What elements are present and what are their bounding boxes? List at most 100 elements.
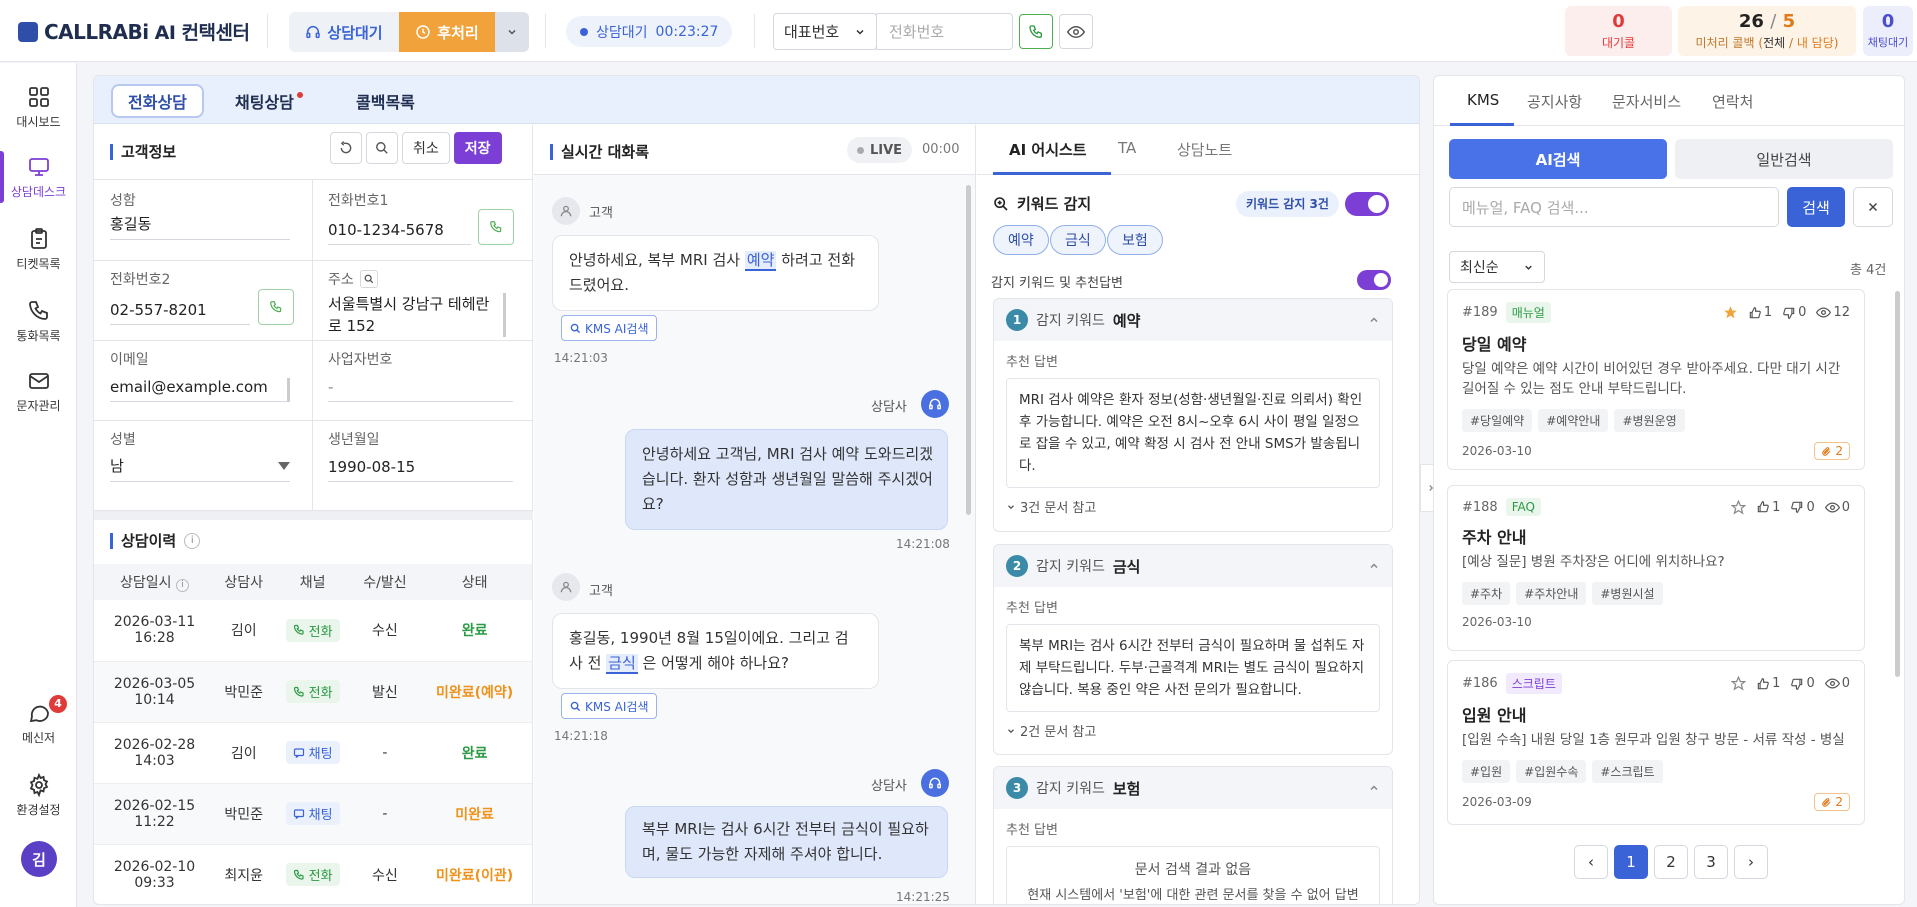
kms-tag[interactable]: #입원 bbox=[1462, 760, 1511, 783]
star-icon[interactable] bbox=[1731, 499, 1747, 515]
history-row[interactable]: 2026-02-28 14:03 김이 채팅 - 완료 bbox=[94, 722, 532, 784]
name-field[interactable]: 홍길동 bbox=[110, 213, 290, 240]
clear-search-button[interactable] bbox=[1853, 187, 1893, 227]
like-button[interactable]: 1 bbox=[1756, 500, 1780, 515]
info-icon[interactable]: i bbox=[176, 579, 189, 592]
kms-tag[interactable]: #입원수속 bbox=[1516, 760, 1587, 783]
nav-item-messenger[interactable]: 메신저 4 bbox=[0, 695, 77, 746]
nav-item-calls[interactable]: 통화목록 bbox=[0, 299, 77, 344]
star-filled-icon[interactable] bbox=[1723, 305, 1738, 320]
history-row[interactable]: 2026-03-11 16:28 김이 전화 수신 완료 bbox=[94, 600, 532, 662]
kms-tag[interactable]: #병원시설 bbox=[1592, 582, 1663, 605]
pagination-page[interactable]: 3 bbox=[1694, 845, 1728, 879]
keyword-card-header[interactable]: 3 감지 키워드 보험 bbox=[994, 767, 1392, 809]
view-toggle-button[interactable] bbox=[1059, 14, 1093, 49]
call-phone2-button[interactable] bbox=[258, 289, 294, 325]
search-customer-button[interactable] bbox=[366, 132, 398, 164]
status-dropdown-button[interactable] bbox=[495, 12, 529, 52]
address-field[interactable]: 서울특별시 강남구 테헤란로 152 bbox=[328, 293, 506, 337]
kpi-waiting-calls[interactable]: 0 대기콜 bbox=[1565, 6, 1672, 56]
phone-number-input[interactable]: 전화번호 bbox=[876, 13, 1013, 50]
kms-item-card[interactable]: #186 스크립트 1 0 0 입원 안내 [입원 수속] 내원 당일 1층 원무과 입원 … bbox=[1447, 660, 1865, 825]
address-search-button[interactable] bbox=[359, 270, 378, 288]
keyword-chip[interactable]: 금식 bbox=[1050, 225, 1106, 255]
rec-answer[interactable]: MRI 검사 예약은 환자 정보(성함·생년월일·진료 의뢰서) 확인 후 가능… bbox=[1006, 378, 1380, 488]
info-icon[interactable]: i bbox=[184, 532, 201, 549]
dislike-button[interactable]: 0 bbox=[1782, 305, 1806, 320]
email-field[interactable]: email@example.com bbox=[110, 378, 290, 402]
kms-item-card[interactable]: #188 FAQ 1 0 0 주차 안내 [예상 질문] 병원 주차장은 어디에 위치하나요… bbox=[1447, 485, 1865, 651]
history-row[interactable]: 2026-02-10 09:33 최지윤 전화 수신 미완료(이관) bbox=[94, 844, 532, 904]
keyword-chip[interactable]: 보험 bbox=[1107, 225, 1163, 255]
tab-kms[interactable]: KMS bbox=[1467, 91, 1499, 109]
bizno-field[interactable]: - bbox=[328, 378, 513, 402]
keyword-chip[interactable]: 예약 bbox=[993, 225, 1049, 255]
kms-tag[interactable]: #당일예약 bbox=[1462, 409, 1533, 432]
phone2-field[interactable]: 02-557-8201 bbox=[110, 301, 250, 325]
phone1-field[interactable]: 010-1234-5678 bbox=[328, 221, 471, 245]
kpi-callbacks[interactable]: 26 / 5 미처리 콜백 (전체 / 내 담당) bbox=[1678, 6, 1856, 56]
nav-item-dashboard[interactable]: 대시보드 bbox=[0, 85, 77, 130]
normal-search-mode-button[interactable]: 일반검색 bbox=[1675, 139, 1893, 179]
keyword-highlight[interactable]: 금식 bbox=[606, 654, 638, 674]
status-after-button[interactable]: 후처리 bbox=[399, 12, 495, 52]
tab-chat[interactable]: 채팅상담 bbox=[220, 84, 318, 118]
dislike-button[interactable]: 0 bbox=[1790, 500, 1815, 515]
tab-ai-assist[interactable]: AI 어시스트 bbox=[1009, 139, 1087, 160]
nav-item-tickets[interactable]: 티켓목록 bbox=[0, 227, 77, 272]
pagination-prev[interactable]: ‹ bbox=[1574, 845, 1608, 879]
nav-item-sms[interactable]: 문자관리 bbox=[0, 369, 77, 414]
pagination-page[interactable]: 1 bbox=[1614, 845, 1648, 879]
line-select[interactable]: 대표번호 bbox=[773, 13, 877, 50]
call-button[interactable] bbox=[1019, 14, 1053, 49]
reset-button[interactable] bbox=[330, 132, 362, 164]
history-row[interactable]: 2026-02-15 11:22 박민준 채팅 - 미완료 bbox=[94, 783, 532, 845]
tab-notice[interactable]: 공지사항 bbox=[1527, 91, 1582, 112]
dislike-button[interactable]: 0 bbox=[1790, 676, 1815, 691]
birth-field[interactable]: 1990-08-15 bbox=[328, 458, 513, 482]
kms-ai-search-button[interactable]: KMS AI검색 bbox=[561, 693, 658, 719]
transcript-scrollbar[interactable] bbox=[966, 185, 971, 515]
cancel-button[interactable]: 취소 bbox=[402, 132, 450, 164]
pagination-page[interactable]: 2 bbox=[1654, 845, 1688, 879]
doc-ref-toggle[interactable]: 3건 문서 참고 bbox=[994, 488, 1392, 525]
kms-ai-search-button[interactable]: KMS AI검색 bbox=[561, 315, 658, 341]
user-avatar[interactable]: 김 bbox=[21, 841, 57, 877]
keyword-card-header[interactable]: 2 감지 키워드 금식 bbox=[994, 545, 1392, 587]
kms-scrollbar[interactable] bbox=[1895, 291, 1900, 677]
status-wait-button[interactable]: 상담대기 bbox=[289, 12, 399, 52]
recommend-toggle[interactable] bbox=[1357, 270, 1391, 290]
like-button[interactable]: 1 bbox=[1756, 676, 1780, 691]
like-button[interactable]: 1 bbox=[1748, 305, 1772, 320]
tab-sms-service[interactable]: 문자서비스 bbox=[1612, 91, 1681, 112]
tab-callback[interactable]: 콜백목록 bbox=[341, 84, 430, 118]
attachment-badge[interactable]: 2 bbox=[1814, 793, 1850, 811]
gender-select[interactable]: 남 bbox=[110, 455, 290, 482]
keyword-highlight[interactable]: 예약 bbox=[744, 251, 777, 271]
kms-tag[interactable]: #스크립트 bbox=[1592, 760, 1663, 783]
keyword-detect-toggle[interactable] bbox=[1345, 192, 1389, 216]
call-phone1-button[interactable] bbox=[478, 209, 514, 245]
kms-search-button[interactable]: 검색 bbox=[1787, 187, 1845, 227]
tab-phone[interactable]: 전화상담 bbox=[111, 84, 204, 118]
pagination-next[interactable]: › bbox=[1734, 845, 1768, 879]
tab-notes[interactable]: 상담노트 bbox=[1177, 139, 1232, 160]
sort-select[interactable]: 최신순 bbox=[1449, 251, 1545, 283]
kms-item-card[interactable]: #189 매뉴얼 1 0 12 당일 예약 당일 예약은 예약 시간이 비어있던 경우 받아… bbox=[1447, 289, 1865, 470]
kms-search-input[interactable]: 메뉴얼, FAQ 검색... bbox=[1449, 187, 1779, 227]
ai-search-mode-button[interactable]: AI검색 bbox=[1449, 139, 1667, 179]
kms-tag[interactable]: #병원운영 bbox=[1614, 409, 1685, 432]
tab-contacts[interactable]: 연락처 bbox=[1712, 91, 1753, 112]
doc-ref-toggle[interactable]: 2건 문서 참고 bbox=[994, 712, 1392, 749]
rec-answer[interactable]: 복부 MRI는 검사 6시간 전부터 금식이 필요하며 물 섭취도 자제 부탁드… bbox=[1006, 624, 1380, 712]
kms-tag[interactable]: #예약안내 bbox=[1538, 409, 1609, 432]
kms-tag[interactable]: #주차안내 bbox=[1516, 582, 1587, 605]
keyword-card-header[interactable]: 1 감지 키워드 예약 bbox=[994, 299, 1392, 341]
tab-ta[interactable]: TA bbox=[1118, 139, 1136, 157]
kpi-chat-waiting[interactable]: 0 채팅대기 bbox=[1863, 6, 1913, 56]
attachment-badge[interactable]: 2 bbox=[1814, 442, 1850, 460]
kms-tag[interactable]: #주차 bbox=[1462, 582, 1511, 605]
nav-item-settings[interactable]: 환경설정 bbox=[0, 773, 77, 818]
save-button[interactable]: 저장 bbox=[453, 132, 502, 164]
nav-item-desk[interactable]: 상담데스크 bbox=[0, 151, 77, 203]
